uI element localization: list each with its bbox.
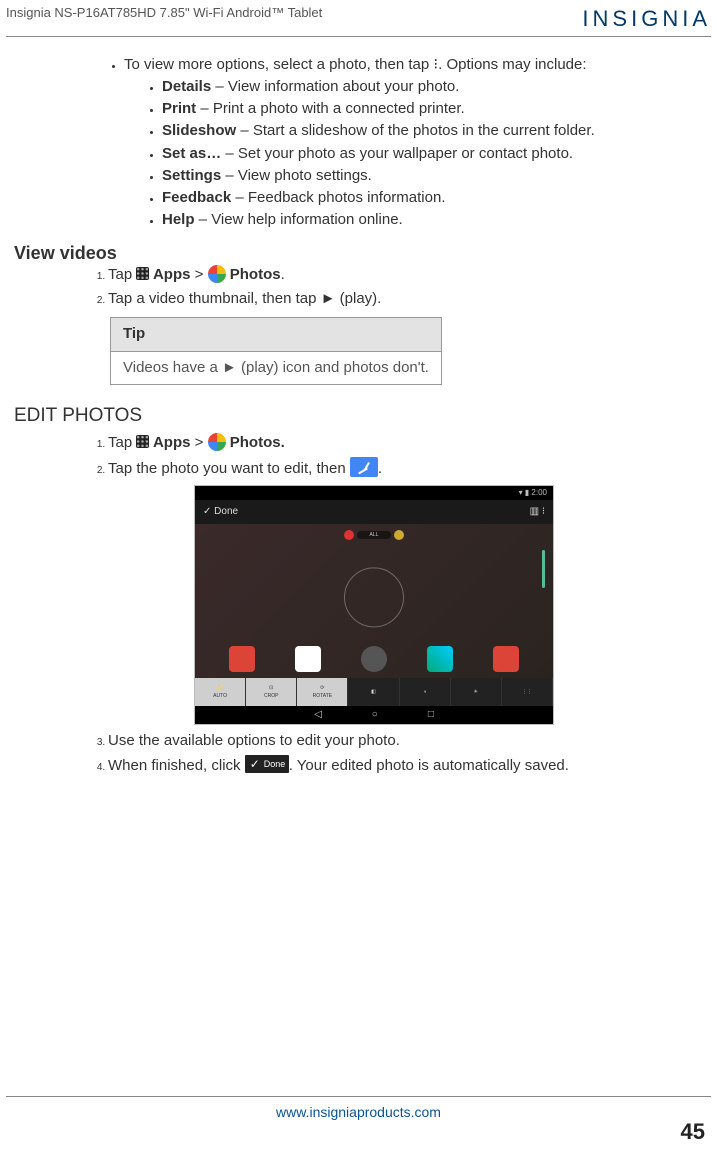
step-text: Tap the photo you want to edit, then	[108, 460, 350, 477]
ss-edit-toolbar: ✨AUTO ⊡CROP ⟳ROTATE ◧ ◑ ☀ ⋮⋮	[195, 678, 553, 706]
option-term: Set as…	[162, 145, 221, 162]
option-desc: – Set your photo as your wallpaper or co…	[221, 145, 573, 162]
option-item: Settings – View photo settings.	[162, 166, 693, 186]
option-item: Feedback – Feedback photos information.	[162, 188, 693, 208]
ss-nav-home-icon[interactable]: ○	[372, 708, 378, 722]
option-term: Details	[162, 78, 211, 95]
ss-notif-icon	[394, 530, 404, 540]
step-end: .	[281, 266, 285, 283]
ss-edit-tab[interactable]: ☀	[451, 678, 502, 706]
page-number: 45	[681, 1117, 705, 1147]
option-term: Settings	[162, 167, 221, 184]
apps-label: Apps	[149, 434, 190, 451]
ss-top-bar: ✓ Done ▥ ⁝	[195, 500, 553, 524]
option-item: Set as… – Set your photo as your wallpap…	[162, 144, 693, 164]
option-item: Details – View information about your ph…	[162, 77, 693, 97]
option-term: Slideshow	[162, 122, 236, 139]
option-desc: – Print a photo with a connected printer…	[196, 100, 465, 117]
page-footer: www.insigniaproducts.com	[6, 1096, 711, 1123]
ss-edit-tab-rotate[interactable]: ⟳ROTATE	[297, 678, 348, 706]
done-button-icon	[245, 755, 289, 773]
view-videos-heading: View videos	[14, 241, 693, 265]
edit-photos-step-1: Tap Apps > Photos.	[108, 433, 693, 453]
tip-body: Videos have a ► (play) icon and photos d…	[111, 351, 442, 384]
doc-header-line: Insignia NS-P16AT785HD 7.85" Wi-Fi Andro…	[6, 4, 322, 22]
option-desc: – View photo settings.	[221, 167, 372, 184]
option-item: Print – Print a photo with a connected p…	[162, 99, 693, 119]
view-videos-step-1: Tap Apps > Photos.	[108, 265, 693, 285]
ss-topbar-actions[interactable]: ▥ ⁝	[530, 505, 545, 519]
apps-label: Apps	[149, 266, 190, 283]
ss-nav-back-icon[interactable]: ◁	[314, 708, 322, 722]
ss-clock-ring	[344, 568, 404, 628]
ss-edit-tab-auto[interactable]: ✨AUTO	[195, 678, 246, 706]
ss-scrollbar[interactable]	[542, 550, 545, 588]
ss-app-icon	[493, 646, 519, 672]
edit-photos-step-4: When finished, click . Your edited photo…	[108, 755, 693, 776]
photos-label: Photos.	[226, 434, 285, 451]
option-term: Feedback	[162, 189, 231, 206]
tip-box: Tip Videos have a ► (play) icon and phot…	[110, 317, 442, 385]
view-videos-step-2: Tap a video thumbnail, then tap ► (play)…	[108, 289, 693, 309]
ss-edit-tab[interactable]: ◑	[400, 678, 451, 706]
edit-photos-step-3: Use the available options to edit your p…	[108, 731, 693, 751]
intro-bullet: To view more options, select a photo, th…	[124, 55, 693, 231]
option-desc: – Feedback photos information.	[231, 189, 445, 206]
ss-app-icon	[229, 646, 255, 672]
ss-nav-bar: ◁ ○ □	[195, 706, 553, 724]
step-text: Tap	[108, 266, 136, 283]
tip-header: Tip	[111, 318, 442, 351]
gt-separator: >	[190, 266, 207, 283]
step-text: Tap	[108, 434, 136, 451]
photos-label: Photos	[226, 266, 281, 283]
ss-done-button[interactable]: ✓ Done	[203, 505, 238, 519]
ss-notif-icon	[344, 530, 354, 540]
footer-url[interactable]: www.insigniaproducts.com	[276, 1104, 441, 1120]
gt-separator: >	[190, 434, 207, 451]
intro-text: To view more options, select a photo, th…	[124, 56, 587, 73]
option-desc: – View information about your photo.	[211, 78, 459, 95]
edit-pencil-icon	[350, 457, 378, 477]
option-term: Print	[162, 100, 196, 117]
ss-edit-tab[interactable]: ⋮⋮	[502, 678, 553, 706]
ss-edit-tab[interactable]: ◧	[348, 678, 399, 706]
option-desc: – View help information online.	[195, 211, 403, 228]
ss-nav-recent-icon[interactable]: □	[428, 708, 434, 722]
photos-icon	[208, 265, 226, 283]
option-item: Slideshow – Start a slideshow of the pho…	[162, 121, 693, 141]
option-desc: – Start a slideshow of the photos in the…	[236, 122, 595, 139]
option-term: Help	[162, 211, 195, 228]
edit-photos-heading: EDIT PHOTOS	[14, 403, 693, 429]
ss-edit-tab-crop[interactable]: ⊡CROP	[246, 678, 297, 706]
header-rule	[6, 36, 711, 37]
ss-app-icon	[295, 646, 321, 672]
step-text: .	[378, 460, 382, 477]
edit-photos-step-2: Tap the photo you want to edit, then . ▾…	[108, 457, 693, 725]
brand-logo: INSIGNIA	[582, 4, 711, 34]
step-text: When finished, click	[108, 757, 245, 774]
option-item: Help – View help information online.	[162, 210, 693, 230]
ss-app-icon	[427, 646, 453, 672]
apps-icon	[136, 267, 149, 280]
photos-icon	[208, 433, 226, 451]
ss-app-icon	[361, 646, 387, 672]
ss-wallpaper: ALL	[195, 524, 553, 678]
ss-status-bar: ▾ ▮ 2:00	[195, 486, 553, 500]
ss-all-pill: ALL	[357, 531, 391, 539]
edit-photo-screenshot: ▾ ▮ 2:00 ✓ Done ▥ ⁝ ALL	[194, 485, 554, 725]
step-text: . Your edited photo is automatically sav…	[289, 757, 569, 774]
apps-icon	[136, 435, 149, 448]
